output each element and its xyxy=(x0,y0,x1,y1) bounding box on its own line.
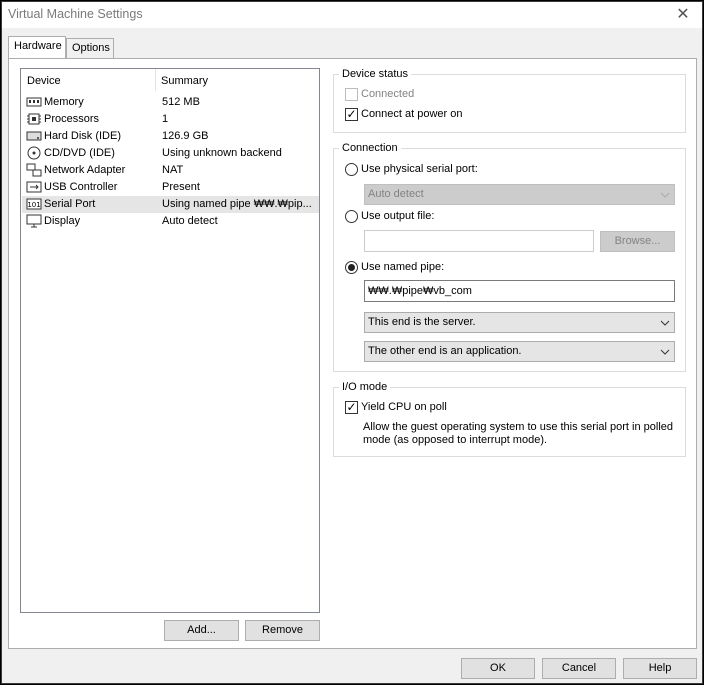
memory-icon xyxy=(26,97,42,107)
ok-button[interactable]: OK xyxy=(461,658,535,679)
physical-port-value: Auto detect xyxy=(368,188,424,200)
named-pipe-value: ₩₩.₩pipe₩vb_com xyxy=(368,285,472,297)
device-summary: Auto detect xyxy=(162,215,218,227)
device-summary: Using unknown backend xyxy=(162,147,282,159)
named-pipe-radio[interactable] xyxy=(345,261,358,274)
yield-cpu-checkbox[interactable]: ✓ xyxy=(345,400,358,414)
device-name: USB Controller xyxy=(44,181,118,193)
device-name: CD/DVD (IDE) xyxy=(44,147,115,159)
this-end-value: This end is the server. xyxy=(368,316,476,328)
device-list-header: Device Summary xyxy=(21,69,319,91)
chevron-down-icon xyxy=(660,320,670,326)
remove-button[interactable]: Remove xyxy=(245,620,320,641)
chevron-down-icon xyxy=(660,349,670,355)
cancel-button[interactable]: Cancel xyxy=(542,658,616,679)
column-summary[interactable]: Summary xyxy=(161,75,208,87)
device-row-serial-port[interactable]: 101 Serial Port Using named pipe ₩₩.₩pip… xyxy=(22,196,319,213)
svg-text:101: 101 xyxy=(27,201,40,209)
io-mode-group: I/O mode ✓ Yield CPU on poll Allow the g… xyxy=(333,381,686,457)
connection-title: Connection xyxy=(339,142,401,154)
device-summary: Using named pipe ₩₩.₩pip... xyxy=(162,198,312,210)
help-button[interactable]: Help xyxy=(623,658,697,679)
cd-dvd-icon xyxy=(27,146,41,160)
named-pipe-input[interactable]: ₩₩.₩pipe₩vb_com xyxy=(364,280,675,302)
device-row-cd-dvd[interactable]: CD/DVD (IDE) Using unknown backend xyxy=(22,145,319,162)
this-end-select[interactable]: This end is the server. xyxy=(364,312,675,333)
connected-label: Connected xyxy=(361,88,415,100)
display-icon xyxy=(26,214,42,228)
device-status-group: Device status Connected ✓ Connect at pow… xyxy=(333,68,686,133)
tab-hardware-label: Hardware xyxy=(14,40,62,52)
tab-options-label: Options xyxy=(72,42,110,54)
io-mode-description: Allow the guest operating system to use … xyxy=(363,421,673,446)
device-summary: 126.9 GB xyxy=(162,130,209,142)
checkmark-icon: ✓ xyxy=(346,400,357,414)
processor-icon xyxy=(27,113,41,125)
dialog-window: Virtual Machine Settings ✕ Hardware Opti… xyxy=(1,1,703,684)
output-file-label: Use output file: xyxy=(361,210,435,222)
connected-checkbox[interactable] xyxy=(345,88,358,101)
output-file-radio[interactable] xyxy=(345,210,358,223)
device-name: Display xyxy=(44,215,81,227)
window-title: Virtual Machine Settings xyxy=(8,7,143,21)
output-file-input[interactable] xyxy=(364,230,594,252)
device-summary: 512 MB xyxy=(162,96,200,108)
connection-group: Connection Use physical serial port: Aut… xyxy=(333,142,686,372)
named-pipe-label: Use named pipe: xyxy=(361,261,445,273)
device-row-hard-disk[interactable]: Hard Disk (IDE) 126.9 GB xyxy=(22,128,319,145)
title-bar: Virtual Machine Settings ✕ xyxy=(2,2,702,28)
device-summary: Present xyxy=(162,181,200,193)
hardware-tab-panel: Device Summary Memory 512 MB Processors … xyxy=(8,58,697,649)
browse-button[interactable]: Browse... xyxy=(600,231,675,252)
device-row-processors[interactable]: Processors 1 xyxy=(22,111,319,128)
device-row-network-adapter[interactable]: Network Adapter NAT xyxy=(22,162,319,179)
radio-selected-dot xyxy=(348,264,355,271)
device-list[interactable]: Device Summary Memory 512 MB Processors … xyxy=(20,68,320,613)
add-button[interactable]: Add... xyxy=(164,620,239,641)
close-icon[interactable]: ✕ xyxy=(672,4,694,26)
device-summary: NAT xyxy=(162,164,184,176)
chevron-down-icon xyxy=(660,192,670,198)
connect-at-power-on-label: Connect at power on xyxy=(361,108,463,120)
device-name: Hard Disk (IDE) xyxy=(44,130,122,142)
io-mode-title: I/O mode xyxy=(339,381,391,393)
device-row-memory[interactable]: Memory 512 MB xyxy=(22,94,319,111)
yield-cpu-label: Yield CPU on poll xyxy=(361,401,447,413)
device-name: Network Adapter xyxy=(44,164,126,176)
physical-port-select[interactable]: Auto detect xyxy=(364,184,675,205)
column-separator xyxy=(155,69,156,91)
connect-at-power-on-checkbox[interactable]: ✓ xyxy=(345,107,358,121)
device-name: Processors xyxy=(44,113,100,125)
other-end-value: The other end is an application. xyxy=(368,345,522,357)
tab-hardware[interactable]: Hardware xyxy=(8,36,66,58)
usb-controller-icon xyxy=(26,181,42,193)
device-name: Serial Port xyxy=(44,198,96,210)
network-adapter-icon xyxy=(26,163,42,177)
device-name: Memory xyxy=(44,96,84,108)
device-summary: 1 xyxy=(162,113,169,125)
hard-disk-icon xyxy=(26,131,42,141)
checkmark-icon: ✓ xyxy=(346,107,357,121)
serial-port-icon: 101 xyxy=(26,198,42,210)
device-status-title: Device status xyxy=(339,68,412,80)
physical-serial-port-radio[interactable] xyxy=(345,163,358,176)
device-row-usb-controller[interactable]: USB Controller Present xyxy=(22,179,319,196)
other-end-select[interactable]: The other end is an application. xyxy=(364,341,675,362)
column-device[interactable]: Device xyxy=(27,75,61,87)
physical-serial-port-label: Use physical serial port: xyxy=(361,163,478,175)
device-row-display[interactable]: Display Auto detect xyxy=(22,213,319,230)
tab-options[interactable]: Options xyxy=(66,38,114,58)
